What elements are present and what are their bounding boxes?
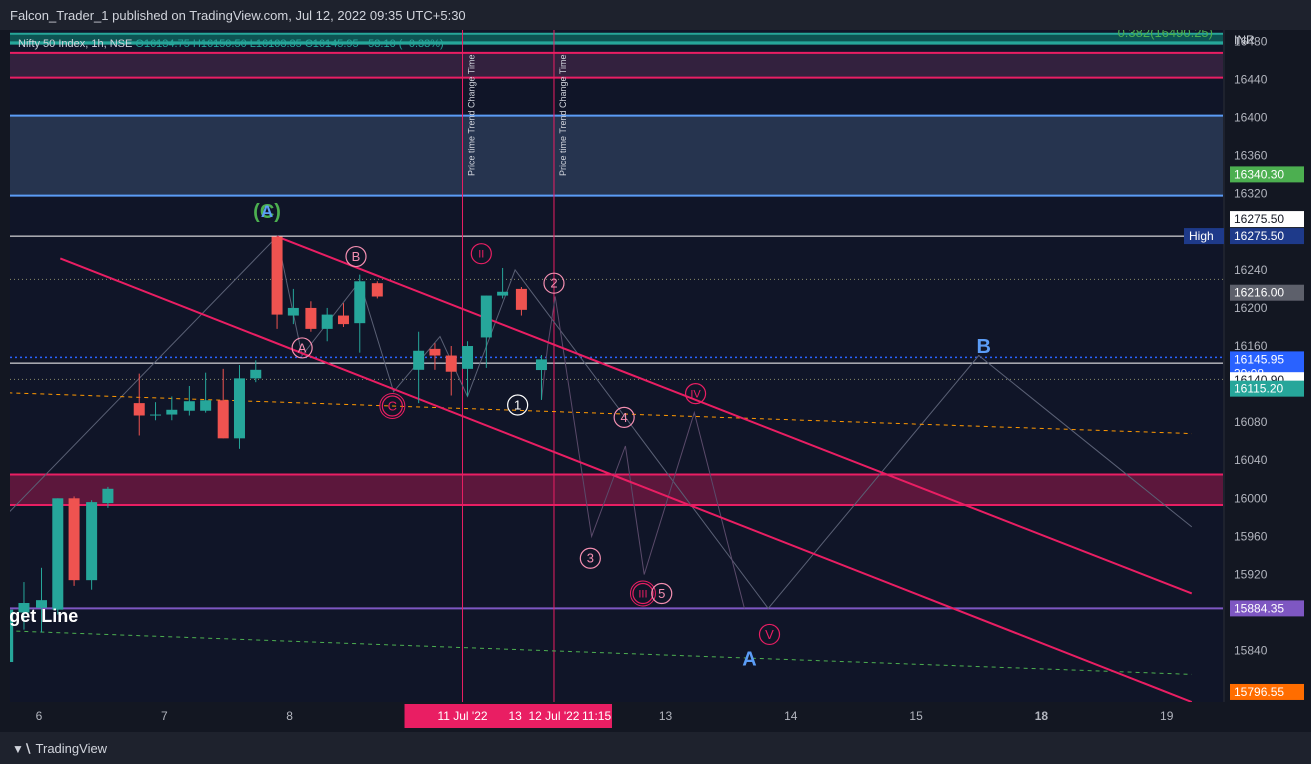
- candle-body: [250, 369, 262, 379]
- price-tick-label: 16040: [1234, 453, 1268, 467]
- time-tick-label: 15: [909, 709, 923, 723]
- wave-label: A: [298, 340, 307, 355]
- candle-body: [371, 283, 383, 297]
- price-tick-label: 16400: [1234, 111, 1268, 125]
- price-label-value: 16275.50: [1234, 212, 1284, 226]
- candle-body: [200, 400, 212, 411]
- time-tick-label: 7: [161, 709, 168, 723]
- price-tick-label: 16240: [1234, 263, 1268, 277]
- candle-body: [321, 314, 333, 329]
- time-tick-label: 6: [36, 709, 43, 723]
- chart-header: Falcon_Trader_1 published on TradingView…: [0, 0, 1311, 30]
- price-zone: [10, 115, 1223, 196]
- candle-body: [271, 236, 283, 315]
- fib-level-label: 0.382(16490.25): [1118, 30, 1213, 40]
- legend-value: O16134.75: [135, 38, 193, 50]
- candle-body: [354, 281, 366, 324]
- tradingview-brand[interactable]: ▼∖ TradingView: [12, 741, 107, 756]
- price-tick-label: 16360: [1234, 149, 1268, 163]
- high-tag-label: High: [1189, 229, 1214, 243]
- candle-body: [183, 401, 195, 411]
- wave-label: 5: [658, 586, 665, 601]
- candle-body: [150, 414, 162, 416]
- candle-body: [480, 295, 492, 338]
- highlight-time-label: 13: [508, 709, 522, 723]
- candle-body: [86, 502, 98, 581]
- time-tick-label: 19: [1160, 709, 1174, 723]
- wave-label: C: [388, 398, 397, 413]
- highlight-time-label: 12 Jul '22: [528, 709, 579, 723]
- wave-label: 4: [621, 410, 628, 425]
- chart-footer: ▼∖ TradingView: [0, 732, 1311, 764]
- price-label-value: 16216.00: [1234, 286, 1284, 300]
- brand-name: TradingView: [35, 741, 108, 756]
- candle-body: [535, 359, 547, 371]
- time-tick-label: 13: [659, 709, 673, 723]
- highlight-time-label: 11:15: [582, 709, 611, 723]
- price-tick-label: 16440: [1234, 72, 1268, 86]
- wave-label: IV: [690, 389, 701, 401]
- legend-value: Nifty 50 Index, 1h, NSE: [18, 38, 135, 50]
- candle-body: [102, 488, 114, 504]
- trend-change-label: Price time Trend Change Time: [558, 54, 568, 176]
- price-tick-label: 15840: [1234, 644, 1268, 658]
- price-tick-label: 15920: [1234, 567, 1268, 581]
- time-tick-label: 14: [784, 709, 798, 723]
- price-label-value: 15884.35: [1234, 601, 1284, 615]
- price-tick-label: 16080: [1234, 415, 1268, 429]
- price-label-value: 16275.50: [1234, 229, 1284, 243]
- trend-change-label: Price time Trend Change Time: [467, 54, 477, 176]
- legend-value: L16103.35: [250, 38, 305, 50]
- wave-label: V: [765, 627, 774, 642]
- candle-body: [166, 409, 178, 415]
- symbol-legend: Nifty 50 Index, 1h, NSE O16134.75 H16150…: [18, 38, 444, 50]
- publish-info: Falcon_Trader_1 published on TradingView…: [10, 8, 466, 23]
- price-zone: [10, 474, 1223, 505]
- target-line-label: Target Line: [0, 606, 78, 626]
- legend-value: H16150.50: [193, 38, 250, 50]
- candle-body: [515, 288, 527, 310]
- price-chart[interactable]: Price time Trend Change Time Price time T…: [0, 30, 1311, 732]
- time-tick-label: 8: [286, 709, 293, 723]
- candle-body: [305, 307, 317, 329]
- candle-body: [287, 307, 299, 316]
- candle-body: [52, 498, 64, 610]
- candle-body: [133, 403, 145, 416]
- candle-body: [413, 350, 425, 370]
- wave-label: A: [261, 202, 273, 221]
- wave-label: 2: [550, 276, 557, 291]
- price-label-value: 16115.20: [1234, 382, 1283, 396]
- price-tick-label: 16200: [1234, 301, 1268, 315]
- wave-label: 3: [587, 551, 594, 566]
- candle-body: [462, 346, 474, 369]
- wave-label: II: [478, 249, 484, 261]
- wave-label: B: [352, 249, 361, 264]
- time-axis: [0, 702, 1311, 732]
- legend-value: C16145.95: [305, 38, 362, 50]
- candle-body: [68, 498, 80, 581]
- wave-label: III: [638, 588, 647, 600]
- candle-body: [445, 355, 457, 372]
- price-label-value: 16340.30: [1234, 167, 1284, 181]
- price-tick-label: 15960: [1234, 529, 1268, 543]
- wave-label: 1: [514, 397, 521, 412]
- candle-body: [233, 378, 245, 439]
- price-label-value: 16145.95: [1234, 352, 1284, 366]
- time-tick-label: 18: [1035, 709, 1049, 723]
- price-tick-label: 16160: [1234, 339, 1268, 353]
- candle-body: [497, 291, 509, 296]
- candle-body: [337, 315, 349, 325]
- tradingview-logo-icon: ▼∖: [12, 741, 32, 756]
- price-tick-label: 16000: [1234, 491, 1268, 505]
- highlight-time-label: 11 Jul '22: [437, 709, 487, 723]
- price-label-value: 15796.55: [1234, 685, 1284, 699]
- price-tick-label: 16320: [1234, 187, 1268, 201]
- wave-label: B: [977, 336, 991, 358]
- legend-value: −53.10 (−0.33%): [362, 38, 444, 50]
- price-zone: [10, 52, 1223, 78]
- candle-body: [217, 400, 229, 439]
- wave-label: A: [742, 648, 756, 670]
- price-tick-label: 16480: [1234, 34, 1268, 48]
- candle-body: [429, 348, 441, 356]
